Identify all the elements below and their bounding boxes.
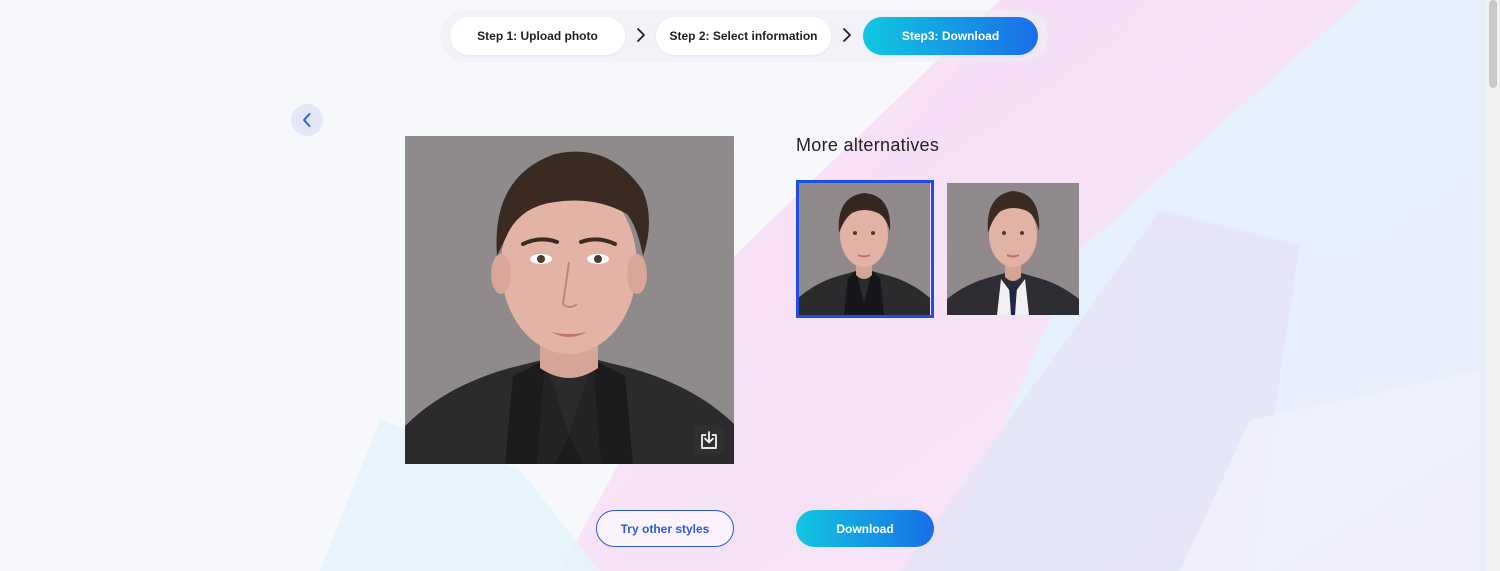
chevron-right-icon <box>843 28 851 42</box>
step-download-active[interactable]: Step3: Download <box>863 17 1038 55</box>
step-upload-photo[interactable]: Step 1: Upload photo <box>450 17 625 55</box>
vertical-scrollbar[interactable] <box>1486 0 1500 571</box>
chevron-right-icon <box>637 28 645 42</box>
back-button[interactable] <box>291 104 323 136</box>
download-icon <box>701 431 717 449</box>
scrollbar-thumb[interactable] <box>1489 0 1497 88</box>
portrait-thumbnail <box>947 183 1079 315</box>
try-other-styles-button[interactable]: Try other styles <box>596 510 734 547</box>
photo-download-button[interactable] <box>694 425 724 455</box>
download-button[interactable]: Download <box>796 510 934 547</box>
main-id-photo <box>405 136 734 464</box>
alternatives-title: More alternatives <box>796 135 940 155</box>
alternative-thumbnail-black-shirt[interactable] <box>798 183 930 315</box>
portrait-thumbnail <box>798 183 930 315</box>
step-select-information[interactable]: Step 2: Select information <box>656 17 831 55</box>
alternative-thumbnail-white-shirt[interactable] <box>947 183 1079 315</box>
background-decoration <box>0 0 1500 571</box>
portrait-image <box>405 136 734 464</box>
chevron-left-icon <box>303 113 311 127</box>
